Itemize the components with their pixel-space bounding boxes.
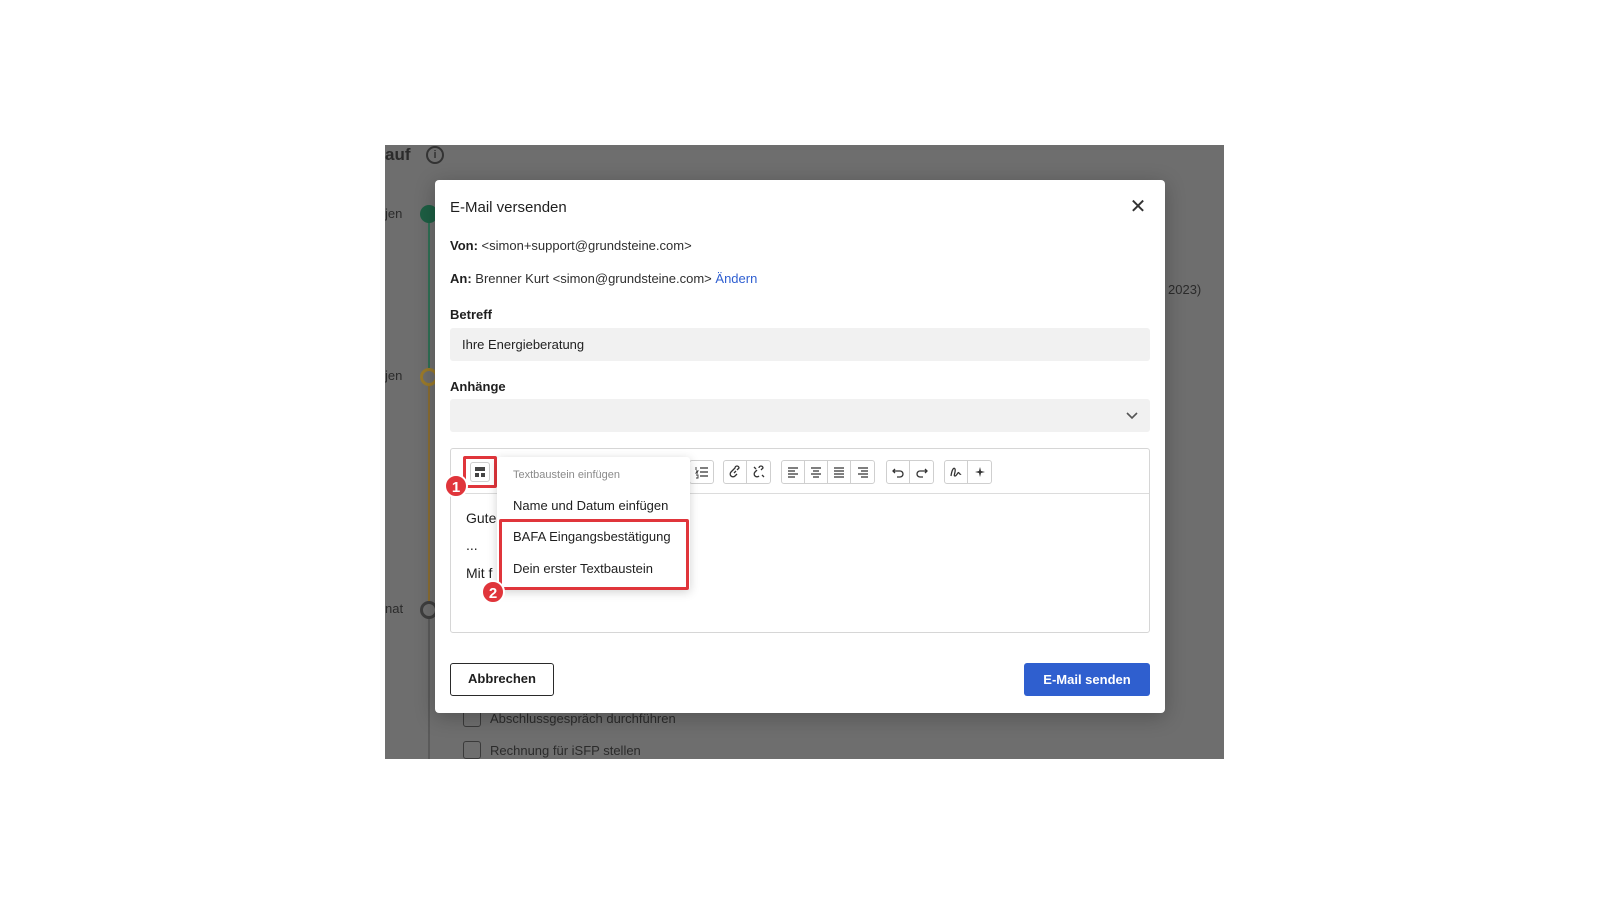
step-badge-2: 2 [481, 580, 505, 604]
ordered-list-icon[interactable] [690, 461, 713, 483]
insert-snippet-button[interactable] [463, 456, 497, 488]
subject-label: Betreff [450, 307, 492, 322]
extra-group [944, 460, 992, 484]
task-label: Rechnung für iSFP stellen [490, 742, 641, 758]
align-group [781, 460, 875, 484]
timeline-line [428, 220, 430, 380]
to-value: Brenner Kurt <simon@grundsteine.com> [475, 271, 712, 286]
history-group [886, 460, 934, 484]
email-dialog: E-Mail versenden ✕ Von: <simon+support@g… [435, 180, 1165, 713]
send-email-button[interactable]: E-Mail senden [1024, 663, 1150, 696]
timeline-step-label: nat [385, 601, 404, 616]
undo-icon[interactable] [887, 461, 910, 483]
step-badge-1: 1 [444, 474, 468, 498]
list-group [689, 460, 714, 484]
from-label: Von: [450, 238, 478, 253]
timeline-step-label: jen [385, 368, 403, 383]
timeline-step-label: jen [385, 206, 403, 221]
to-label: An: [450, 271, 472, 286]
snippet-menu-header: Textbaustein einfügen [513, 469, 621, 481]
attachments-select[interactable] [450, 399, 1150, 432]
snippet-menu-item[interactable]: BAFA Eingangsbestätigung [513, 529, 671, 544]
link-icon[interactable] [724, 461, 747, 483]
body-line[interactable]: Gute [466, 510, 496, 526]
close-icon[interactable]: ✕ [1127, 196, 1149, 218]
unlink-icon[interactable] [747, 461, 770, 483]
change-recipient-link[interactable]: Ändern [715, 271, 757, 286]
from-value: <simon+support@grundsteine.com> [481, 238, 692, 253]
link-group [723, 460, 771, 484]
dialog-title: E-Mail versenden [450, 199, 567, 216]
background-title: auf [385, 145, 411, 164]
attachments-label: Anhänge [450, 379, 506, 394]
task-item: Rechnung für iSFP stellen [463, 740, 641, 759]
ai-sparkle-icon[interactable] [968, 461, 991, 483]
redo-icon[interactable] [910, 461, 933, 483]
info-icon: i [426, 146, 444, 164]
task-checkbox [463, 741, 481, 759]
cancel-button[interactable]: Abbrechen [450, 663, 554, 696]
snippet-icon [470, 462, 490, 482]
align-justify-icon[interactable] [828, 461, 851, 483]
to-line: An: Brenner Kurt <simon@grundsteine.com>… [450, 271, 757, 286]
timeline-line [428, 380, 430, 610]
snippet-menu-item[interactable]: Dein erster Textbaustein [513, 561, 653, 576]
snippet-menu: Textbaustein einfügen Name und Datum ein… [497, 457, 690, 590]
align-right-icon[interactable] [851, 461, 874, 483]
from-line: Von: <simon+support@grundsteine.com> [450, 238, 692, 253]
background-side-text: 2023) [1168, 282, 1202, 297]
body-line[interactable]: ... [466, 537, 478, 553]
align-left-icon[interactable] [782, 461, 805, 483]
subject-input[interactable]: Ihre Energieberatung [450, 328, 1150, 361]
body-line[interactable]: Mit f [466, 565, 492, 581]
timeline-line [428, 610, 430, 759]
align-center-icon[interactable] [805, 461, 828, 483]
signature-icon[interactable] [945, 461, 968, 483]
chevron-down-icon [1126, 412, 1138, 420]
snippet-menu-item[interactable]: Name und Datum einfügen [513, 498, 668, 513]
